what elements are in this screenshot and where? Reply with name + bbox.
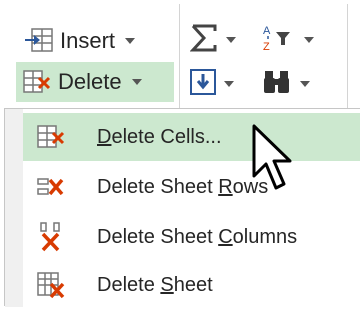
find-select-icon [262, 69, 292, 100]
insert-button[interactable]: Insert [20, 22, 139, 60]
chevron-down-icon[interactable] [131, 79, 142, 85]
menu-gutter [5, 109, 23, 307]
delete-sheet-icon [33, 268, 69, 302]
delete-dropdown-menu: Delete Cells... Delete Sheet Rows Delete… [4, 108, 360, 309]
delete-sheet-columns-icon [33, 220, 69, 254]
fill-button[interactable] [190, 66, 234, 102]
chevron-down-icon[interactable] [304, 37, 314, 43]
sort-filter-icon: A Z [262, 23, 296, 58]
autosum-icon [189, 23, 218, 58]
chevron-down-icon[interactable] [224, 81, 234, 87]
chevron-down-icon[interactable] [226, 37, 236, 43]
menu-item-label: Delete Sheet [97, 273, 213, 296]
autosum-button[interactable] [189, 22, 236, 58]
find-select-button[interactable] [262, 66, 310, 102]
svg-text:Z: Z [263, 41, 270, 53]
fill-down-icon [190, 68, 216, 100]
menu-item-label: Delete Sheet Columns [97, 225, 298, 248]
menu-item-label: Delete Cells... [97, 125, 222, 148]
mouse-pointer-icon [252, 124, 296, 199]
group-divider [347, 4, 348, 108]
delete-sheet-rows-icon [33, 170, 69, 204]
delete-label: Delete [58, 69, 122, 94]
group-divider [179, 4, 180, 108]
menu-item-delete-cells[interactable]: Delete Cells... [23, 113, 360, 161]
delete-cells-icon [22, 68, 52, 96]
ribbon-cells-editing-group: Insert Delete A Z [0, 0, 360, 112]
sort-filter-button[interactable]: A Z [262, 22, 314, 58]
delete-cells-icon [33, 120, 69, 154]
chevron-down-icon[interactable] [125, 38, 136, 44]
menu-item-delete-sheet[interactable]: Delete Sheet [23, 261, 360, 309]
chevron-down-icon[interactable] [300, 81, 310, 87]
insert-label: Insert [60, 28, 116, 53]
menu-item-label: Delete Sheet Rows [97, 175, 269, 198]
insert-cells-icon [24, 27, 54, 55]
delete-button[interactable]: Delete [16, 62, 174, 102]
menu-item-delete-sheet-columns[interactable]: Delete Sheet Columns [23, 213, 360, 261]
svg-text:A: A [263, 25, 271, 37]
menu-item-delete-sheet-rows[interactable]: Delete Sheet Rows [23, 163, 360, 211]
